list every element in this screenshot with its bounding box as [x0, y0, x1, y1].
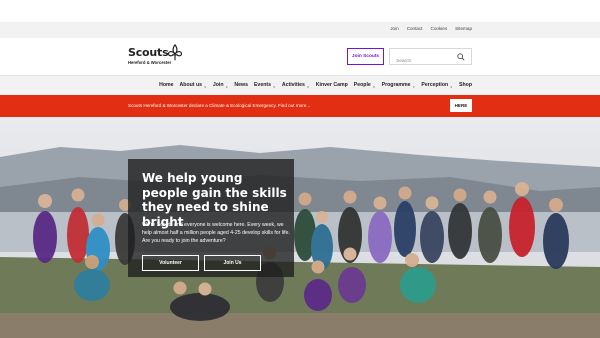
nav-item-home[interactable]: Home	[159, 82, 173, 88]
nav-items: Home About us ⌄ Join ⌄ News Events ⌄ Activi…	[159, 82, 472, 88]
scouts-logo[interactable]: Scouts Hereford & Worcester	[128, 44, 183, 65]
nav-label: News	[234, 82, 248, 88]
join-scouts-button[interactable]: Join Scouts	[347, 48, 384, 65]
nav-label: People	[353, 82, 371, 88]
nav-item-news[interactable]: News	[234, 82, 248, 88]
nav-item-perception[interactable]: Perception ⌄	[421, 82, 453, 88]
chevron-down-icon: ⌄	[203, 82, 207, 88]
chevron-down-icon: ⌄	[272, 82, 276, 88]
here-button[interactable]: HERE	[450, 99, 472, 112]
nav-label: Kinver Camp	[315, 82, 348, 88]
chevron-down-icon: ⌄	[449, 82, 454, 88]
nav-label: Events	[253, 82, 271, 88]
nav-label: About us	[179, 82, 203, 88]
logo-wordmark: Scouts	[128, 46, 169, 59]
chevron-down-icon: ⌄	[225, 82, 229, 88]
search-box	[389, 48, 472, 69]
nav-item-shop[interactable]: Shop	[459, 82, 472, 88]
utility-link-contact[interactable]: Contact	[407, 26, 423, 31]
utility-link-sitemap[interactable]: Sitemap	[455, 26, 472, 31]
chevron-down-icon: ⌄	[306, 82, 310, 88]
nav-label: Programme	[381, 82, 411, 88]
volunteer-button[interactable]: Volunteer	[142, 255, 199, 271]
hero-section	[0, 117, 600, 338]
hero-body: We're Scouts and everyone is welcome her…	[142, 222, 290, 244]
utility-link-join[interactable]: Join	[390, 26, 398, 31]
nav-item-events[interactable]: Events ⌄	[254, 82, 276, 88]
hero-photo	[0, 117, 600, 338]
hero-card: We help young people gain the skills the…	[128, 159, 294, 277]
join-us-button[interactable]: Join Us	[204, 255, 261, 271]
utility-bar: Join Contact Cookies Sitemap	[0, 22, 600, 38]
utility-link-cookies[interactable]: Cookies	[431, 26, 448, 31]
nav-item-join[interactable]: Join ⌄	[213, 82, 229, 88]
nav-label: Join	[212, 82, 224, 88]
search-input[interactable]	[390, 54, 454, 69]
site-header: Scouts Hereford & Worcester Join Scouts	[0, 38, 600, 75]
main-nav: Home About us ⌄ Join ⌄ News Events ⌄ Activi…	[0, 75, 600, 95]
search-icon[interactable]	[457, 53, 465, 61]
nav-label: Home	[159, 82, 174, 88]
chevron-down-icon: ⌄	[412, 82, 416, 88]
nav-item-kinver-camp[interactable]: Kinver Camp	[316, 82, 348, 88]
logo-subtitle: Hereford & Worcester	[128, 60, 172, 65]
nav-item-about-us[interactable]: About us ⌄	[180, 82, 207, 88]
nav-item-programme[interactable]: Programme ⌄	[382, 82, 416, 88]
nav-label: Perception	[421, 82, 449, 88]
nav-label: Activities	[281, 82, 305, 88]
banner-text[interactable]: Scouts Hereford & Worcester declare a Cl…	[128, 103, 310, 108]
alert-banner: Scouts Hereford & Worcester declare a Cl…	[0, 95, 600, 117]
utility-links: Join Contact Cookies Sitemap	[390, 26, 472, 31]
nav-label: Shop	[459, 82, 472, 88]
nav-item-people[interactable]: People ⌄	[354, 82, 376, 88]
chevron-down-icon: ⌄	[372, 82, 376, 88]
nav-item-activities[interactable]: Activities ⌄	[282, 82, 310, 88]
